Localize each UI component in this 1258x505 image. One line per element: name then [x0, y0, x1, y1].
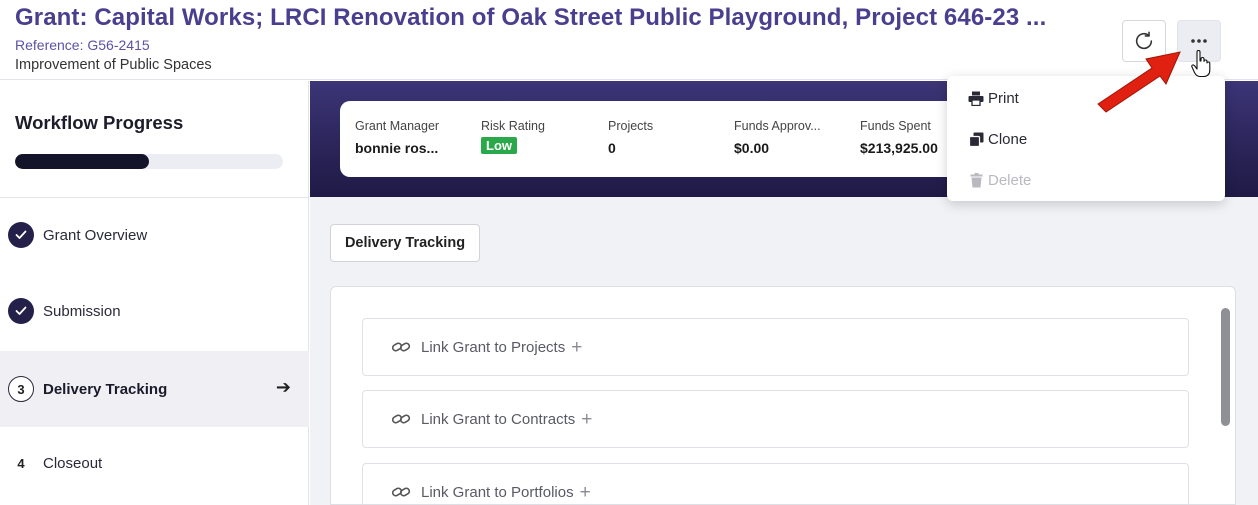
plus-icon: + [571, 336, 583, 358]
step-number-marker: 3 [8, 376, 34, 402]
stat-value: bonnie ros... [355, 140, 439, 156]
step-label: Grant Overview [43, 226, 148, 244]
page-title: Grant: Capital Works; LRCI Renovation of… [15, 4, 1047, 31]
step-grant-overview[interactable]: Grant Overview [0, 197, 309, 273]
link-grant-to-contracts[interactable]: Link Grant to Contracts + [362, 390, 1189, 448]
step-label: Delivery Tracking [43, 380, 168, 398]
stat-label: Risk Rating [481, 119, 545, 133]
stat-funds-spent: Funds Spent $213,925.00 [860, 119, 938, 156]
menu-item-label: Print [988, 89, 1019, 107]
link-icon [391, 414, 411, 424]
stat-label: Funds Spent [860, 119, 931, 133]
scrollbar-thumb[interactable] [1221, 308, 1230, 426]
stat-value: $213,925.00 [860, 140, 938, 156]
step-number-marker: 4 [8, 450, 34, 476]
check-icon [15, 306, 27, 315]
trash-icon [967, 172, 985, 188]
stat-value: $0.00 [734, 140, 770, 156]
more-horizontal-icon [1191, 39, 1207, 43]
step-label: Closeout [43, 454, 103, 472]
stat-funds-approved: Funds Approv... $0.00 [734, 119, 821, 156]
menu-item-label: Clone [988, 130, 1028, 148]
menu-item-print[interactable]: Print [967, 86, 1019, 110]
link-icon [391, 487, 411, 497]
workflow-progress-title: Workflow Progress [15, 112, 184, 133]
stat-projects: Projects 0 [608, 119, 653, 156]
stat-label: Grant Manager [355, 119, 440, 133]
step-done-marker [8, 222, 34, 248]
link-icon [391, 342, 411, 352]
check-icon [15, 230, 27, 239]
menu-item-clone[interactable]: Clone [967, 127, 1027, 151]
stat-label: Funds Approv... [734, 119, 821, 133]
stat-risk-rating: Risk Rating Low [481, 119, 545, 155]
arrow-right-icon: ➔ [275, 377, 291, 397]
stat-value: 0 [608, 140, 616, 156]
link-label: Link Grant to Projects [421, 338, 566, 356]
grant-subtitle: Improvement of Public Spaces [15, 57, 212, 73]
hand-cursor-icon [1191, 50, 1211, 78]
grant-reference: Reference: G56-2415 [15, 37, 150, 53]
workflow-progress-bar [15, 154, 283, 169]
step-submission[interactable]: Submission [0, 273, 309, 349]
annotation-arrow-icon [1097, 51, 1181, 113]
menu-item-delete: Delete [967, 168, 1031, 192]
link-grant-to-projects[interactable]: Link Grant to Projects + [362, 318, 1189, 376]
stat-grant-manager: Grant Manager bonnie ros... [355, 119, 439, 156]
link-grant-to-portfolios[interactable]: Link Grant to Portfolios + [362, 463, 1189, 504]
plus-icon: + [581, 408, 593, 430]
delivery-tracking-panel: Link Grant to Projects + Link Grant to C… [330, 286, 1236, 505]
stats-card: Grant Manager bonnie ros... Risk Rating … [340, 101, 990, 177]
plus-icon: + [579, 481, 591, 503]
step-delivery-tracking[interactable]: 3 Delivery Tracking ➔ [0, 351, 309, 427]
step-done-marker [8, 298, 34, 324]
stat-label: Projects [608, 119, 654, 133]
page-header: Grant: Capital Works; LRCI Renovation of… [0, 0, 1258, 80]
clone-icon [967, 132, 985, 147]
link-label: Link Grant to Contracts [421, 410, 576, 428]
workflow-progress-fill [15, 154, 149, 169]
link-label: Link Grant to Portfolios [421, 483, 574, 501]
printer-icon [967, 91, 985, 106]
risk-badge: Low [481, 137, 517, 154]
step-closeout[interactable]: 4 Closeout [0, 425, 309, 501]
step-label: Submission [43, 302, 121, 320]
menu-item-label: Delete [988, 171, 1032, 189]
tab-delivery-tracking[interactable]: Delivery Tracking [330, 224, 480, 262]
workflow-sidebar: Workflow Progress Grant Overview Submiss… [0, 81, 309, 505]
